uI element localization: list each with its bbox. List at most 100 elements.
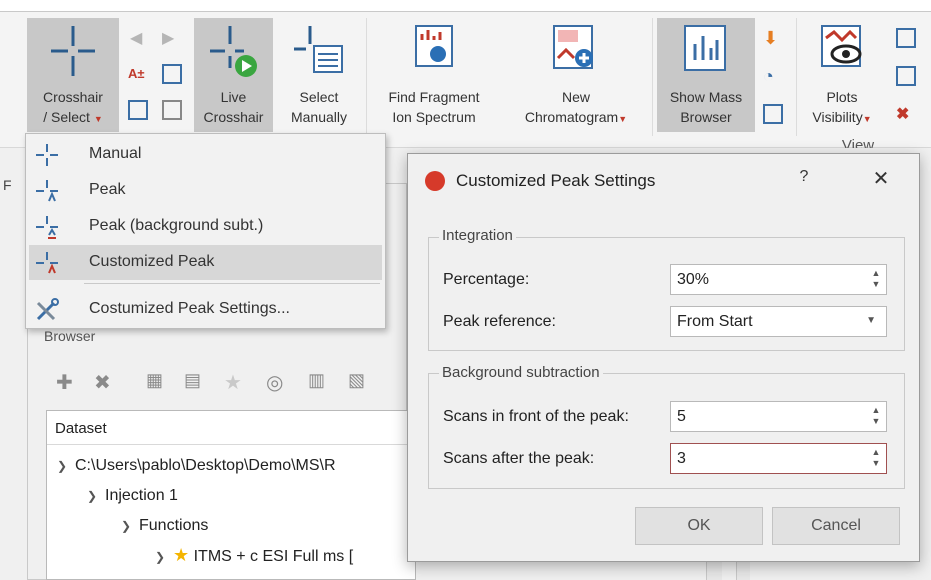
crosshair-select-menu: Manual Peak Peak (background subt.) Cust… bbox=[25, 133, 386, 329]
tree-item-label: Injection 1 bbox=[105, 487, 178, 504]
tree-header-dataset[interactable]: Dataset bbox=[47, 411, 415, 445]
new-chromatogram-line2-wrap: Chromatogram▼ bbox=[506, 108, 646, 129]
tree-item-functions[interactable]: ❯ Functions bbox=[121, 517, 208, 535]
live-crosshair-line1: Live bbox=[220, 89, 247, 105]
peak-reference-value: From Start bbox=[677, 313, 753, 330]
background-subtraction-legend: Background subtraction bbox=[439, 364, 603, 381]
star-icon[interactable]: ★ bbox=[224, 370, 242, 395]
delete-plot-icon[interactable]: ✖ bbox=[896, 104, 916, 124]
crosshair-select-line1: Crosshair bbox=[43, 89, 103, 105]
percentage-value: 30% bbox=[677, 271, 710, 288]
chart-export-icon[interactable]: ▧ bbox=[348, 370, 365, 391]
find-fragment-line2: Ion Spectrum bbox=[392, 109, 476, 125]
ribbon-toolbar: Crosshair / Select ▼ ◀ ▶ A± Live Crossha… bbox=[0, 0, 931, 154]
show-mass-browser-line1: Show Mass bbox=[669, 89, 743, 105]
spin-arrows-icon[interactable]: ▲ ▼ bbox=[871, 447, 881, 469]
scans-after-value: 3 bbox=[677, 450, 686, 467]
cancel-button[interactable]: Cancel bbox=[772, 507, 900, 545]
menu-item-label: Peak (background subt.) bbox=[89, 217, 264, 234]
select-manually-button[interactable]: Select Manually bbox=[280, 18, 358, 132]
percentage-label: Percentage: bbox=[443, 271, 530, 288]
chevron-down-icon[interactable]: ❯ bbox=[87, 489, 105, 503]
find-fragment-line1: Find Fragment bbox=[388, 89, 480, 105]
chevron-down-icon[interactable]: ❯ bbox=[121, 519, 139, 533]
chevron-down-icon: ▼ bbox=[862, 114, 872, 124]
app-logo-icon bbox=[425, 171, 445, 191]
fragment-search-icon bbox=[415, 25, 453, 67]
menu-separator bbox=[84, 283, 380, 284]
star-icon: ★ bbox=[173, 545, 190, 565]
tab-fragment: F bbox=[3, 177, 12, 193]
tree-item-injection[interactable]: ❯ Injection 1 bbox=[87, 487, 178, 505]
spin-arrows-icon[interactable]: ▲ ▼ bbox=[871, 405, 881, 427]
browser-legend: Browser bbox=[42, 328, 98, 344]
menu-item-label: Manual bbox=[89, 145, 142, 162]
target-icon[interactable]: ◎ bbox=[266, 370, 283, 395]
select-manually-line2: Manually bbox=[290, 109, 348, 125]
previous-arrow-icon[interactable]: ◀ bbox=[130, 28, 150, 48]
download-icon[interactable]: ⬇ bbox=[763, 28, 783, 48]
new-chromatogram-line1: New bbox=[561, 89, 590, 105]
live-crosshair-icon bbox=[210, 26, 257, 77]
close-button[interactable]: ✕ bbox=[869, 166, 893, 191]
chevron-down-icon: ▼ bbox=[618, 114, 628, 124]
crosshair-peak-bg-icon bbox=[36, 216, 58, 239]
chart-delete-icon[interactable]: ▥ bbox=[308, 370, 325, 391]
ribbon-separator bbox=[652, 18, 653, 136]
scans-front-spinbox[interactable]: 5 ▲ ▼ bbox=[670, 401, 887, 432]
remove-icon[interactable]: ✖ bbox=[94, 370, 111, 395]
show-mass-browser-button[interactable]: Show Mass Browser bbox=[657, 18, 755, 132]
live-crosshair-button[interactable]: Live Crosshair bbox=[194, 18, 273, 132]
spectrum-settings-icon[interactable] bbox=[162, 64, 182, 84]
percentage-spinbox[interactable]: 30% ▲ ▼ bbox=[670, 264, 887, 295]
dataset-tree[interactable]: Dataset ❯ C:\Users\pablo\Desktop\Demo\MS\… bbox=[46, 410, 416, 580]
spin-arrows-icon[interactable]: ▲ ▼ bbox=[871, 268, 881, 290]
peak-reference-select[interactable]: From Start ▼ bbox=[670, 306, 887, 337]
next-arrow-icon[interactable]: ▶ bbox=[162, 28, 182, 48]
scans-front-label: Scans in front of the peak: bbox=[443, 408, 629, 425]
timer-icon[interactable]: ◔ bbox=[763, 66, 783, 86]
chevron-down-icon[interactable]: ❯ bbox=[57, 459, 75, 473]
chart-search-icon[interactable]: ▤ bbox=[184, 370, 201, 391]
new-chromatogram-button[interactable]: New Chromatogram▼ bbox=[506, 18, 646, 132]
integration-legend: Integration bbox=[439, 227, 516, 244]
tools-icon bbox=[36, 298, 59, 321]
select-manually-icon bbox=[294, 26, 343, 73]
tree-item-scan[interactable]: ❯ ★ ITMS + c ESI Full ms [ bbox=[155, 545, 353, 566]
crosshair-select-button[interactable]: Crosshair / Select ▼ bbox=[27, 18, 119, 132]
tree-item-label: ITMS + c ESI Full ms [ bbox=[193, 548, 354, 565]
live-crosshair-line2: Crosshair bbox=[203, 109, 264, 125]
annotate-peak-icon[interactable]: A± bbox=[128, 66, 148, 86]
help-button[interactable]: ? bbox=[794, 168, 814, 186]
crosshair-icon bbox=[51, 26, 95, 76]
add-plot-icon[interactable] bbox=[128, 100, 148, 120]
grid-plot-icon[interactable] bbox=[162, 100, 182, 120]
plot-export-icon[interactable] bbox=[896, 66, 916, 86]
bar-chart-icon[interactable] bbox=[763, 104, 783, 124]
plot-options-icon[interactable] bbox=[896, 28, 916, 48]
menu-item-label: Peak bbox=[89, 181, 126, 198]
ok-button[interactable]: OK bbox=[635, 507, 763, 545]
menu-item-peak[interactable]: Peak bbox=[29, 173, 382, 208]
eye-icon bbox=[821, 25, 862, 67]
chevron-down-icon[interactable]: ❯ bbox=[155, 550, 173, 564]
scans-after-label: Scans after the peak: bbox=[443, 450, 595, 467]
chevron-down-icon: ▼ bbox=[866, 315, 876, 326]
mass-browser-icon bbox=[684, 25, 726, 71]
tree-item-label: C:\Users\pablo\Desktop\Demo\MS\R bbox=[75, 457, 336, 474]
add-icon[interactable]: ✚ bbox=[56, 370, 73, 395]
crosshair-select-line2-wrap: / Select ▼ bbox=[27, 108, 119, 129]
plots-visibility-line2-wrap: Visibility▼ bbox=[800, 108, 884, 129]
menu-item-manual[interactable]: Manual bbox=[29, 137, 382, 172]
menu-item-customized-peak-settings[interactable]: Costumized Peak Settings... bbox=[29, 292, 382, 327]
menu-item-peak-background[interactable]: Peak (background subt.) bbox=[29, 209, 382, 244]
plots-visibility-button[interactable]: Plots Visibility▼ bbox=[800, 18, 884, 132]
menu-item-customized-peak[interactable]: Customized Peak bbox=[29, 245, 382, 280]
tree-item-root[interactable]: ❯ C:\Users\pablo\Desktop\Demo\MS\R bbox=[57, 457, 336, 475]
chart-icon[interactable]: ▦ bbox=[146, 370, 163, 391]
scans-after-spinbox[interactable]: 3 ▲ ▼ bbox=[670, 443, 887, 474]
plots-visibility-line2: Visibility bbox=[812, 109, 863, 125]
find-fragment-button[interactable]: Find Fragment Ion Spectrum bbox=[372, 18, 496, 132]
show-mass-browser-line2: Browser bbox=[680, 109, 732, 125]
plots-visibility-line1: Plots bbox=[826, 89, 858, 105]
